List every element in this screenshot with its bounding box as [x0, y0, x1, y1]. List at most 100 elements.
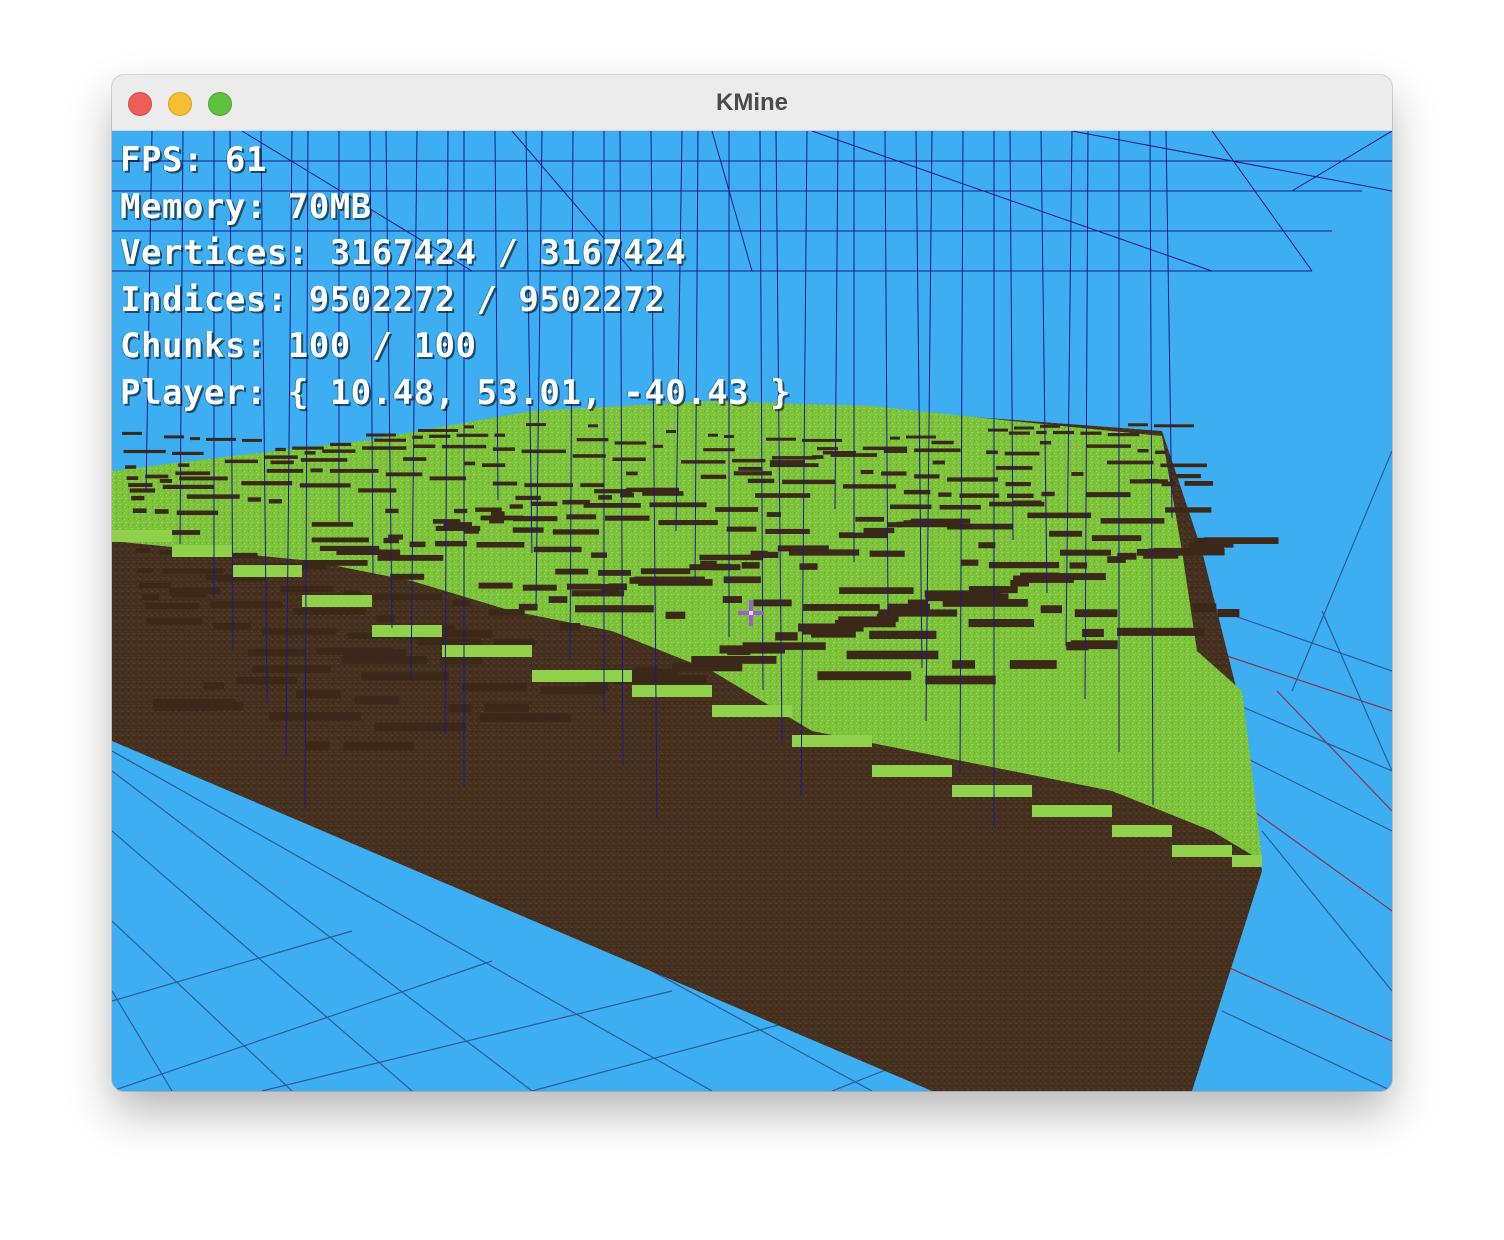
terrain-ridge: [292, 446, 324, 450]
terrain-ridge: [817, 447, 839, 451]
terrain-ridge: [1005, 482, 1031, 487]
terrain-ridge: [475, 507, 502, 512]
terrain-ridge: [266, 468, 304, 473]
terrain-ridge: [385, 472, 423, 477]
grass-edge-step: [1172, 845, 1232, 857]
terrain-ridge: [203, 682, 224, 690]
terrain-ridge: [978, 542, 996, 549]
terrain-ridge: [1004, 451, 1040, 456]
terrain-ridge: [374, 722, 467, 731]
grass-edge-step: [532, 670, 632, 682]
terrain-ridge: [598, 570, 631, 576]
terrain-ridge: [131, 495, 145, 501]
terrain-ridge: [1012, 500, 1042, 506]
terrain-ridge: [494, 433, 505, 437]
terrain-ridge: [575, 605, 654, 613]
terrain-ridge: [213, 622, 251, 630]
terrain-ridge: [354, 696, 400, 705]
terrain-ridge: [479, 713, 572, 723]
terrain-ridge: [1100, 518, 1165, 524]
terrain-ridge: [522, 584, 557, 591]
terrain-ridge: [1148, 548, 1225, 556]
terrain-ridge: [178, 463, 190, 467]
terrain-ridge: [863, 527, 895, 534]
terrain-ridge: [775, 632, 798, 641]
terrain-ridge: [264, 455, 298, 459]
terrain-ridge: [429, 434, 451, 438]
terrain-ridge: [492, 481, 518, 486]
terrain-ridge: [959, 493, 1000, 498]
terrain-ridge: [732, 458, 766, 463]
terrain-ridge: [968, 619, 1034, 628]
terrain-ridge: [454, 508, 468, 514]
terrain-ridge: [903, 489, 931, 495]
terrain-ridge: [555, 568, 589, 575]
terrain-ridge: [461, 683, 528, 692]
terrain-ridge: [1040, 605, 1062, 614]
terrain-ridge: [464, 425, 474, 429]
terrain-ridge: [242, 438, 262, 442]
terrain-ridge: [476, 542, 525, 548]
terrain-ridge: [343, 649, 407, 657]
terrain-ridge: [881, 471, 907, 476]
terrain-ridge: [671, 662, 743, 672]
fps-readout: FPS: 61: [120, 140, 267, 180]
terrain-ridge: [583, 503, 641, 508]
terrain-ridge: [733, 471, 772, 476]
terrain-ridge: [448, 704, 471, 713]
title-bar[interactable]: KMine: [112, 75, 1392, 131]
terrain-ridge: [210, 601, 283, 608]
terrain-ridge: [361, 672, 449, 681]
terrain-ridge: [157, 702, 203, 711]
terrain-ridge: [142, 594, 159, 601]
terrain-ridge: [300, 458, 348, 462]
terrain-ridge: [614, 441, 647, 445]
terrain-ridge: [942, 599, 1028, 607]
game-viewport[interactable]: FPS: 61 Memory: 70MB Vertices: 3167424 /…: [112, 131, 1392, 1091]
terrain-ridge: [1107, 433, 1140, 437]
window-title: KMine: [716, 89, 788, 116]
terrain-ridge: [1049, 530, 1082, 537]
grass-edge-step: [232, 565, 302, 577]
grass-edge-step: [372, 625, 442, 637]
terrain-ridge: [526, 423, 546, 427]
terrain-ridge: [939, 504, 981, 510]
grass-edge-step: [112, 530, 172, 542]
floor-grid-line: [112, 830, 413, 1091]
terrain-ridge: [552, 529, 599, 535]
terrain-ridge: [839, 532, 888, 539]
terrain-ridge: [855, 516, 884, 522]
terrain-ridge: [439, 656, 483, 665]
terrain-ridge: [159, 479, 172, 483]
terrain-ridge: [126, 476, 139, 480]
terrain-ridge: [403, 457, 427, 461]
terrain-ridge: [533, 546, 582, 553]
terrain-ridge: [247, 648, 306, 656]
terrain-ridge: [463, 461, 476, 466]
terrain-ridge: [452, 599, 470, 607]
terrain-ridge: [712, 563, 731, 571]
chunk-border-line: [1211, 131, 1313, 272]
terrain-ridge: [608, 583, 627, 591]
grass-edge-step: [1112, 825, 1172, 837]
terrain-ridge: [429, 476, 467, 481]
floor-grid-line: [1276, 690, 1392, 812]
terrain-ridge: [1107, 460, 1154, 465]
terrain-ridge: [665, 611, 686, 619]
terrain-ridge: [906, 435, 936, 439]
grass-edge-step: [172, 545, 232, 557]
terrain-ridge: [726, 526, 757, 532]
terrain-ridge: [1155, 450, 1167, 454]
terrain-ridge: [914, 448, 961, 453]
terrain-ridge: [649, 502, 707, 508]
terrain-ridge: [1009, 660, 1057, 669]
terrain-ridge: [598, 495, 612, 500]
terrain-ridge: [988, 562, 1060, 569]
grass-edge-step: [302, 595, 372, 607]
terrain-ridge: [738, 466, 763, 471]
terrain-ridge: [585, 681, 609, 691]
terrain-ridge: [262, 627, 337, 635]
terrain-ridge: [280, 585, 333, 592]
terrain-ridge: [811, 455, 824, 459]
chunk-border-line: [811, 131, 1213, 272]
